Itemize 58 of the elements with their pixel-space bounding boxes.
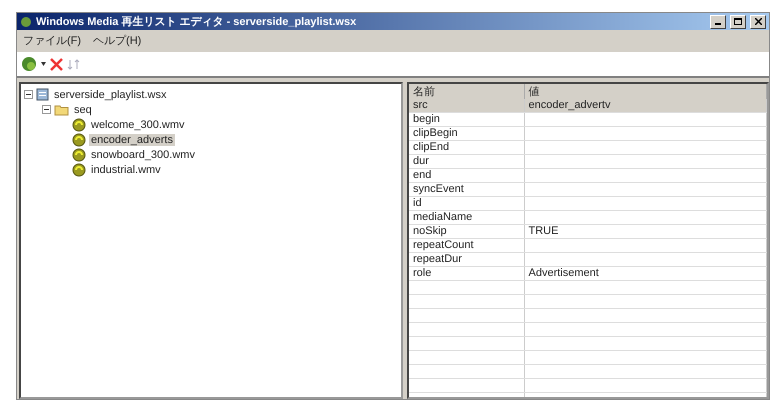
- folder-icon: [54, 103, 69, 116]
- maximize-icon: [734, 18, 742, 25]
- property-row[interactable]: end: [409, 168, 766, 182]
- property-name: end: [413, 169, 432, 181]
- menu-item[interactable]: ヘルプ(H): [93, 32, 142, 48]
- property-name: begin: [413, 113, 440, 125]
- property-name: src: [413, 99, 428, 111]
- property-row[interactable]: repeatCount: [409, 238, 766, 252]
- property-name: role: [413, 267, 432, 279]
- property-row[interactable]: noSkip TRUE: [409, 224, 766, 238]
- property-row[interactable]: begin: [409, 112, 766, 126]
- property-row[interactable]: role Advertisement: [409, 266, 766, 280]
- property-name: dur: [413, 155, 429, 167]
- expand-toggle[interactable]: [42, 105, 51, 114]
- document-icon: [36, 88, 49, 101]
- property-row[interactable]: clipBegin: [409, 126, 766, 140]
- minus-icon: [44, 107, 49, 112]
- property-name: repeatDur: [413, 253, 462, 265]
- minimize-button[interactable]: [710, 14, 726, 28]
- media-clip-icon: [72, 132, 86, 146]
- property-name: clipBegin: [413, 127, 458, 139]
- tree-item[interactable]: industrial.wmv: [89, 164, 163, 176]
- tree-item[interactable]: serverside_playlist.wsx: [52, 88, 168, 100]
- close-icon: [754, 18, 762, 25]
- add-clip-icon[interactable]: [21, 56, 37, 72]
- tree-item[interactable]: welcome_300.wmv: [89, 118, 187, 130]
- property-value: encoder_advertv: [528, 99, 610, 111]
- window-title: Windows Media 再生リスト エディタ - serverside_playlist.wsx: [36, 14, 358, 29]
- property-value: Advertisement: [528, 267, 599, 279]
- tree-item[interactable]: snowboard_300.wmv: [89, 148, 197, 160]
- property-row[interactable]: repeatDur: [409, 252, 766, 266]
- property-value: TRUE: [528, 225, 558, 237]
- column-header[interactable]: 名前: [409, 84, 524, 99]
- close-button[interactable]: [750, 14, 766, 28]
- app-icon: [20, 16, 32, 28]
- expand-toggle[interactable]: [24, 90, 33, 99]
- property-name: syncEvent: [413, 183, 464, 195]
- property-name: id: [413, 197, 422, 209]
- property-name: mediaName: [413, 211, 472, 223]
- tree-item[interactable]: encoder_adverts: [89, 134, 175, 146]
- column-header[interactable]: 値: [524, 84, 766, 99]
- property-name: clipEnd: [413, 141, 450, 153]
- property-row[interactable]: mediaName: [409, 210, 766, 224]
- property-row[interactable]: syncEvent: [409, 182, 766, 196]
- dropdown-arrow-icon[interactable]: [41, 62, 46, 66]
- media-clip-icon: [72, 162, 86, 176]
- property-row[interactable]: dur: [409, 154, 766, 168]
- maximize-button[interactable]: [730, 14, 746, 28]
- property-row[interactable]: id: [409, 196, 766, 210]
- property-name: noSkip: [413, 225, 447, 237]
- tree-item[interactable]: seq: [72, 104, 94, 116]
- menu-item[interactable]: ファイル(F): [23, 32, 82, 48]
- media-clip-icon: [72, 118, 86, 132]
- delete-icon[interactable]: [50, 58, 63, 70]
- property-name: repeatCount: [413, 239, 474, 251]
- media-clip-icon: [72, 148, 86, 162]
- minus-icon: [26, 92, 31, 97]
- property-row[interactable]: clipEnd: [409, 140, 766, 154]
